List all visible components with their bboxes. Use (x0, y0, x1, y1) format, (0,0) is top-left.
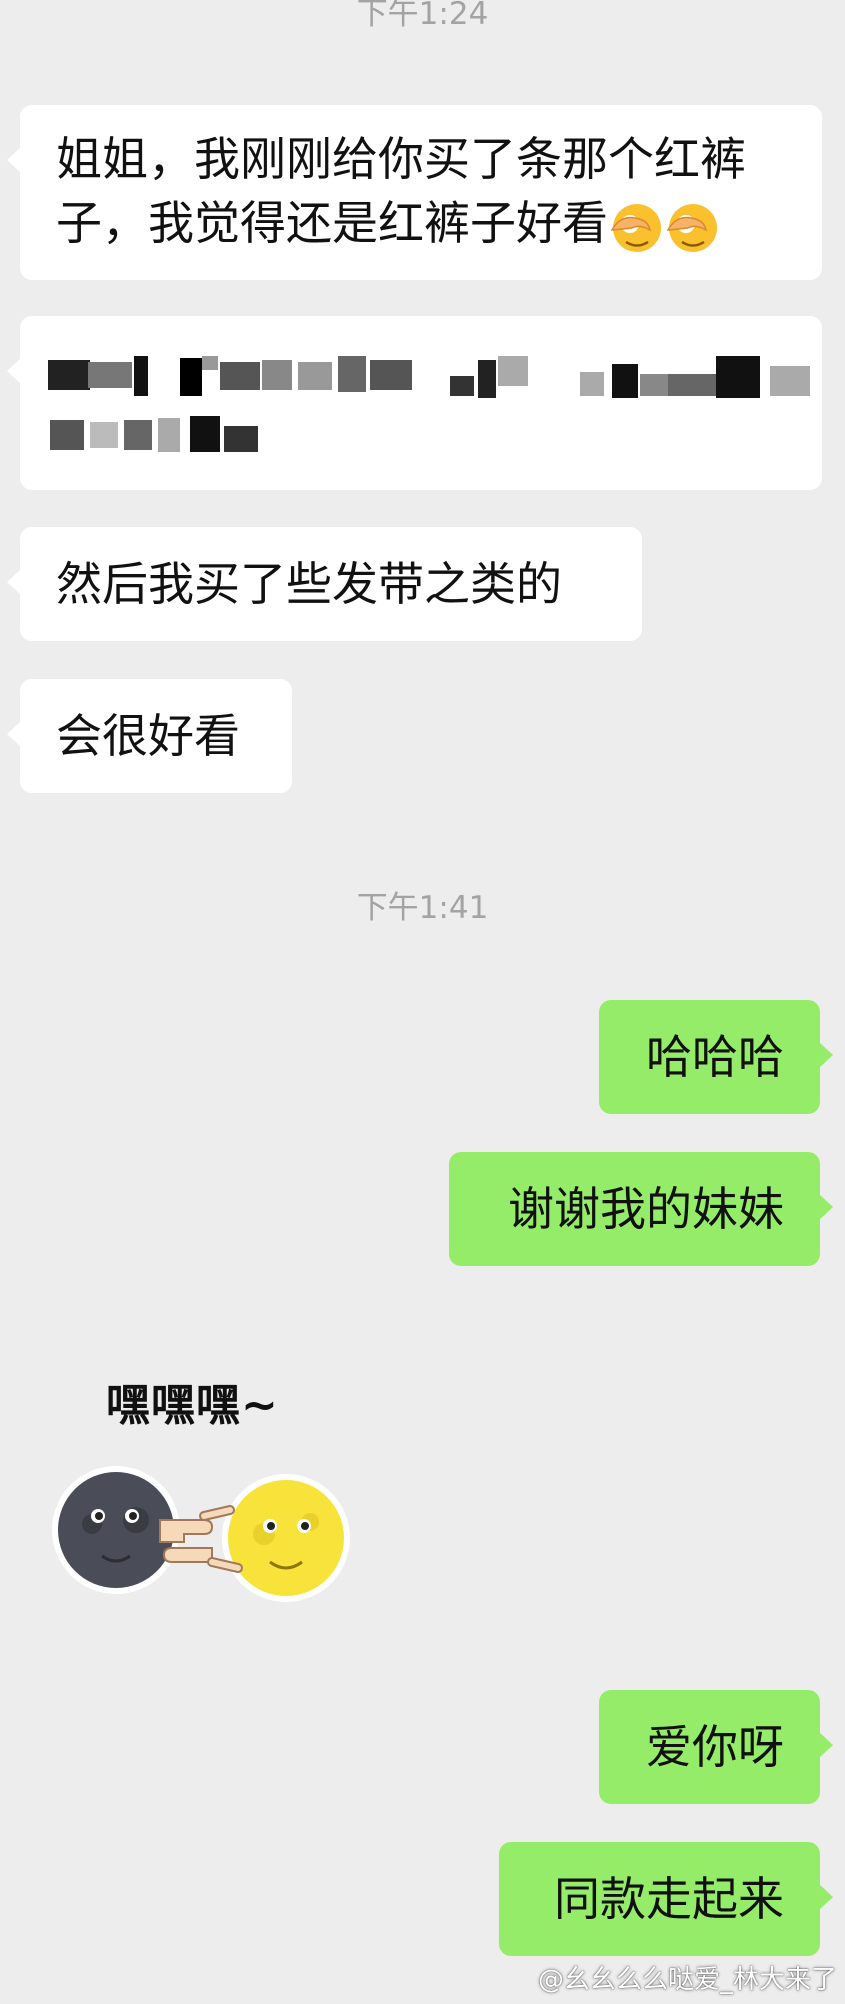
sticker-caption: 嘿嘿嘿~ (106, 1380, 279, 1431)
message-bubble-incoming[interactable]: 会很好看 (7, 679, 292, 793)
timestamp: 下午1:24 (356, 0, 489, 32)
message-text-row: 子，我觉得还是红裤子好看 (56, 191, 822, 255)
message-bubble-outgoing[interactable]: 爱你呀 (599, 1690, 833, 1804)
new-moon-and-full-moon-face-pointing-icon (52, 1466, 350, 1602)
message-bubble-incoming-censored[interactable] (7, 316, 822, 490)
watermark: @幺幺么么哒爱_林大来了 (537, 1965, 837, 1995)
message-text: 同款走起来 (554, 1872, 784, 1926)
message-bubble-outgoing[interactable]: 谢谢我的妹妹 (449, 1152, 833, 1266)
message-bubble-incoming[interactable]: 然后我买了些发带之类的 (7, 527, 642, 641)
peeking-eye-face-icon (610, 203, 661, 252)
message-text: 姐姐，我刚刚给你买了条那个红裤 (56, 132, 746, 186)
peeking-eye-face-icon (666, 203, 717, 252)
pixelated-redaction (48, 356, 810, 452)
message-text: 会很好看 (56, 709, 240, 763)
message-text: 谢谢我的妹妹 (508, 1182, 784, 1236)
message-text: 子，我觉得还是红裤子好看 (56, 196, 608, 250)
message-text: 哈哈哈 (646, 1030, 784, 1084)
message-text: 然后我买了些发带之类的 (56, 557, 562, 611)
message-bubble-outgoing[interactable]: 同款走起来 (499, 1842, 833, 1956)
message-text: 爱你呀 (646, 1720, 784, 1774)
message-bubble-outgoing[interactable]: 哈哈哈 (599, 1000, 833, 1114)
message-bubble-incoming[interactable]: 姐姐，我刚刚给你买了条那个红裤 子，我觉得还是红裤子好看 (7, 105, 822, 280)
timestamp: 下午1:41 (356, 890, 489, 926)
